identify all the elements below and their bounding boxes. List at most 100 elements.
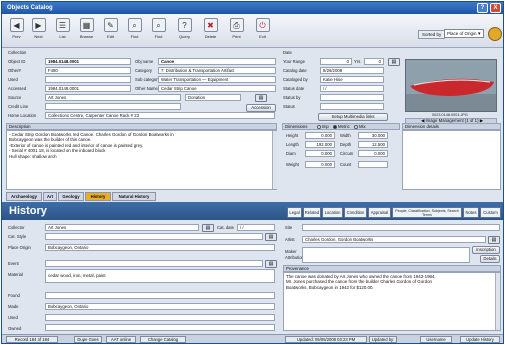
count-field[interactable] xyxy=(358,161,388,168)
tab-natural-history[interactable]: Natural History xyxy=(112,192,156,201)
prev-button[interactable]: ◀ Prev xyxy=(6,17,27,43)
collector-lookup-icon[interactable]: ▤ xyxy=(202,224,214,232)
used-history-field[interactable] xyxy=(45,314,275,321)
accessed-field[interactable]: 1984.0148.0001 xyxy=(45,85,131,92)
inscription-button[interactable]: Inscription xyxy=(472,246,500,254)
obj-name-label: Obj name xyxy=(135,59,154,64)
image-management-bar[interactable]: ◀ Image Management (1 of 1) ▶ xyxy=(405,118,497,124)
exit-button[interactable]: ⏻ Exit xyxy=(252,17,273,43)
length-label: Length xyxy=(286,142,299,147)
cat-date-field[interactable]: / / xyxy=(237,224,275,231)
dimension-details-area[interactable] xyxy=(402,130,501,190)
tab-archaeology[interactable]: Archaeology xyxy=(6,192,42,201)
provenance-scrollbar[interactable] xyxy=(495,273,500,330)
cat-style-lookup-icon[interactable]: ▤ xyxy=(265,233,277,241)
accession-button[interactable]: Accession xyxy=(246,104,276,112)
material-field[interactable]: cedar wood, iron, metal, paint xyxy=(45,269,275,283)
owned-field[interactable] xyxy=(45,324,275,331)
status-date-field[interactable]: / / xyxy=(320,85,384,92)
query-button[interactable]: ? Query xyxy=(174,17,195,43)
event-lookup-icon[interactable]: ▤ xyxy=(265,260,277,268)
maker-attribution-field[interactable] xyxy=(302,247,470,263)
catalog-date-field[interactable]: 8/26/2008 xyxy=(320,67,384,74)
collector-field[interactable]: Art Jones xyxy=(45,224,199,231)
unit-imp-radio[interactable]: Imp xyxy=(316,124,329,129)
diam-field[interactable]: 0.000 xyxy=(305,150,335,157)
artist-lookup-icon[interactable]: ▤ xyxy=(488,236,500,244)
sub-category-label: Sub category xyxy=(135,77,160,82)
provenance-area[interactable]: The canoe was donated by Art Jones who o… xyxy=(283,272,501,331)
other-number-field[interactable]: F480 xyxy=(45,67,131,74)
other-name-field[interactable]: Cedar Strip Canoe xyxy=(158,85,276,92)
source-field[interactable]: Art Jones xyxy=(45,94,181,101)
cataloged-by-field[interactable]: Katie Hise xyxy=(320,76,384,83)
close-button[interactable]: X xyxy=(490,3,501,13)
made-field[interactable]: Bobcaygeon, Ontario xyxy=(45,303,275,310)
chevron-down-icon[interactable]: ▾ xyxy=(478,31,481,37)
weight-field[interactable]: 0.000 xyxy=(305,161,335,168)
tab-history[interactable]: History xyxy=(85,192,111,201)
status-field[interactable] xyxy=(320,103,384,110)
found-field[interactable] xyxy=(45,292,275,299)
setup-multimedia-links-button[interactable]: Setup Multimedia links xyxy=(318,113,388,121)
browse-button[interactable]: ▦ Browse xyxy=(76,17,97,43)
tab-notes[interactable]: Notes xyxy=(463,207,479,218)
tab-people-classification[interactable]: People, Classification, Subjects, Search… xyxy=(392,207,462,218)
obj-name-field[interactable]: Canoe xyxy=(158,58,276,65)
place-origin-field[interactable]: Bobcaygeon, Ontario xyxy=(45,244,275,251)
description-scrollbar[interactable] xyxy=(272,131,277,189)
used-field[interactable] xyxy=(45,76,131,83)
print-button[interactable]: ⎙ Print xyxy=(226,17,247,43)
tab-related[interactable]: Related xyxy=(303,207,321,218)
find-button[interactable]: ⌕ Find xyxy=(124,17,145,43)
description-area[interactable]: - Cedar Strip Gordon Boatworks red Canoe… xyxy=(6,130,277,190)
tab-custom[interactable]: Custom xyxy=(480,207,501,218)
details-button[interactable]: Details xyxy=(480,255,500,263)
your-range-field[interactable]: 0 xyxy=(320,58,352,65)
aat-online-button[interactable]: AAT online xyxy=(106,336,136,343)
tab-condition[interactable]: Condition xyxy=(344,207,367,218)
sub-category-field[interactable]: Water Transportation — Equipment xyxy=(158,76,276,83)
image-caption: 0023.0148.0001.JPG xyxy=(432,113,468,117)
width-field[interactable]: 30.000 xyxy=(358,132,388,139)
depth-field[interactable]: 12.500 xyxy=(358,141,388,148)
date-lookup-icon[interactable]: ▤ xyxy=(388,58,400,66)
object-image[interactable] xyxy=(405,59,497,112)
list-button[interactable]: ☰ List xyxy=(52,17,73,43)
find-next-button[interactable]: ⌕ Find xyxy=(148,17,169,43)
tab-art[interactable]: Art xyxy=(43,192,57,201)
yrs-field[interactable]: 0 xyxy=(364,58,384,65)
status-by-field[interactable] xyxy=(320,94,384,101)
tab-location[interactable]: Location xyxy=(322,207,343,218)
next-button[interactable]: ▶ Next xyxy=(28,17,49,43)
catalog-date-label: Catalog date xyxy=(283,68,307,73)
category-field[interactable]: 7: Distribution & Transportation Artifac… xyxy=(158,67,276,74)
help-button[interactable]: ? xyxy=(477,3,488,13)
donation-select[interactable]: Donation xyxy=(185,94,241,101)
tab-legal[interactable]: Legal xyxy=(287,207,302,218)
event-field[interactable] xyxy=(45,260,263,267)
update-history-button[interactable]: Update History xyxy=(460,336,500,343)
username-field: Username xyxy=(420,336,452,343)
delete-button[interactable]: ✖ Delete xyxy=(200,17,221,43)
lookup-icon[interactable]: ▤ xyxy=(255,94,267,102)
credit-line-field[interactable] xyxy=(45,103,181,110)
dupe-goes-button[interactable]: Dupe Goes xyxy=(74,336,102,343)
tab-appraisal[interactable]: Appraisal xyxy=(368,207,391,218)
object-id-field[interactable]: 1984.0148.0001 xyxy=(45,58,131,65)
home-location-field[interactable]: Collections Centre, Carpenter Canoe Rack… xyxy=(45,112,275,119)
unit-mix-radio[interactable]: Mix xyxy=(353,124,366,129)
length-field[interactable]: 192.000 xyxy=(305,141,335,148)
artist-field[interactable]: Charles Gordon, Gordon Boatworks xyxy=(302,236,486,243)
site-field[interactable] xyxy=(302,224,500,231)
updated-by-label: Updated by: xyxy=(369,336,397,343)
unit-metric-radio[interactable]: Metric xyxy=(333,124,350,129)
tab-geology[interactable]: Geology xyxy=(58,192,84,201)
image-next-icon[interactable]: ▶ xyxy=(480,118,483,123)
change-catalog-button[interactable]: Change Catalog xyxy=(140,336,186,343)
height-field[interactable]: 0.000 xyxy=(305,132,335,139)
edit-button[interactable]: ✎ Edit xyxy=(100,17,121,43)
image-prev-icon[interactable]: ◀ xyxy=(421,118,424,123)
circum-field[interactable]: 0.000 xyxy=(358,150,388,157)
cat-style-field[interactable] xyxy=(45,233,263,240)
